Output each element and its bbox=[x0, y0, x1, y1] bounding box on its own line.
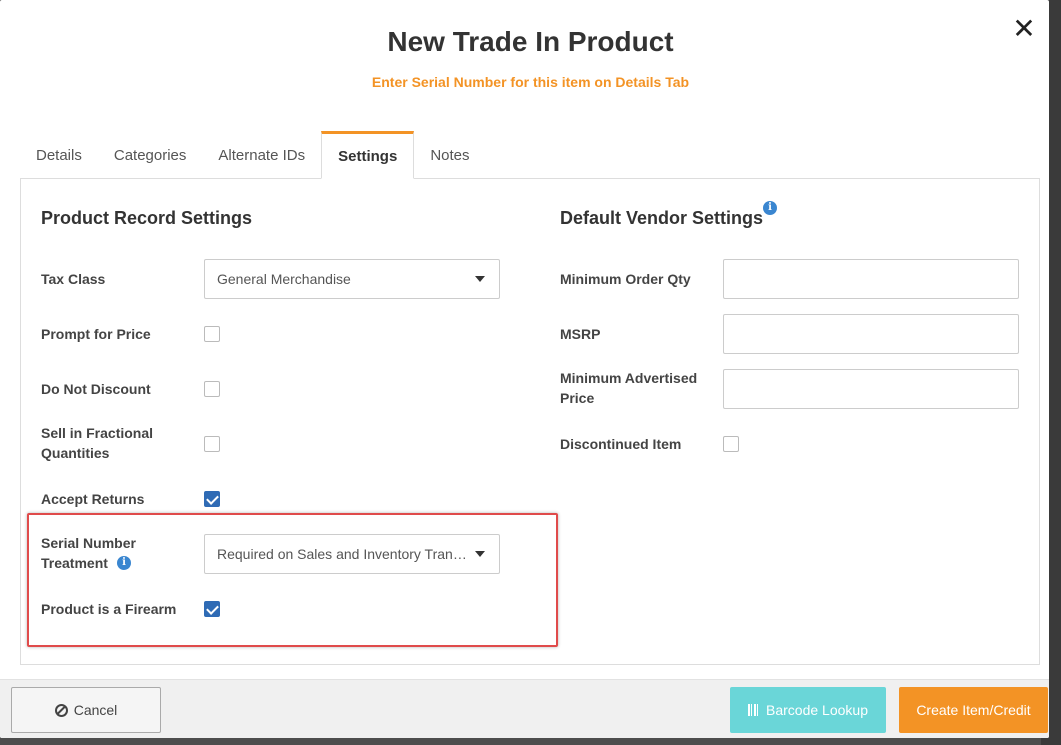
msrp-input[interactable] bbox=[723, 314, 1019, 354]
minimum-order-qty-label: Minimum Order Qty bbox=[560, 271, 691, 287]
tax-class-label: Tax Class bbox=[41, 271, 106, 287]
do-not-discount-label: Do Not Discount bbox=[41, 381, 151, 397]
ban-icon bbox=[54, 703, 68, 717]
dialog-subtitle: Enter Serial Number for this item on Det… bbox=[371, 74, 690, 90]
chevron-down-icon bbox=[475, 276, 485, 282]
highlight-annotation bbox=[27, 513, 558, 647]
info-icon[interactable]: i bbox=[763, 201, 777, 215]
new-trade-in-product-dialog: New Trade In Product Enter Serial Number… bbox=[0, 0, 1049, 738]
default-vendor-settings-title: Default Vendor Settings bbox=[560, 208, 764, 228]
tab-categories[interactable]: Categories bbox=[98, 131, 203, 179]
tab-bar: Details Categories Alternate IDs Setting… bbox=[20, 131, 486, 179]
barcode-icon bbox=[748, 704, 761, 716]
discontinued-item-checkbox[interactable] bbox=[723, 436, 739, 452]
prompt-for-price-checkbox[interactable] bbox=[204, 326, 220, 342]
tab-alternate-ids[interactable]: Alternate IDs bbox=[202, 131, 321, 179]
discontinued-item-label: Discontinued Item bbox=[560, 436, 682, 452]
barcode-lookup-label: Barcode Lookup bbox=[766, 702, 868, 718]
minimum-advertised-price-label: Minimum Advertised Price bbox=[560, 370, 698, 406]
msrp-label: MSRP bbox=[560, 326, 601, 342]
accept-returns-checkbox[interactable] bbox=[204, 491, 220, 507]
dialog-footer: Cancel Barcode Lookup Create Item/Credit bbox=[0, 679, 1049, 738]
barcode-lookup-button[interactable]: Barcode Lookup bbox=[730, 687, 886, 733]
cancel-button[interactable]: Cancel bbox=[11, 687, 161, 733]
product-record-settings-title: Product Record Settings bbox=[41, 208, 253, 228]
tab-notes[interactable]: Notes bbox=[414, 131, 485, 179]
do-not-discount-checkbox[interactable] bbox=[204, 381, 220, 397]
sell-fractional-checkbox[interactable] bbox=[204, 436, 220, 452]
sell-fractional-label: Sell in Fractional Quantities bbox=[41, 425, 154, 461]
close-icon[interactable]: ✕ bbox=[1011, 15, 1037, 43]
dialog-title: New Trade In Product bbox=[387, 26, 674, 57]
tab-details[interactable]: Details bbox=[20, 131, 98, 179]
create-item-credit-button[interactable]: Create Item/Credit bbox=[899, 687, 1048, 733]
prompt-for-price-label: Prompt for Price bbox=[41, 326, 151, 342]
accept-returns-label: Accept Returns bbox=[41, 491, 145, 507]
tax-class-select[interactable]: General Merchandise bbox=[204, 259, 500, 299]
minimum-advertised-price-input[interactable] bbox=[723, 369, 1019, 409]
tab-settings[interactable]: Settings bbox=[321, 131, 415, 179]
cancel-button-label: Cancel bbox=[73, 702, 118, 718]
minimum-order-qty-input[interactable] bbox=[723, 259, 1019, 299]
tax-class-value: General Merchandise bbox=[217, 271, 351, 287]
create-item-credit-label: Create Item/Credit bbox=[916, 702, 1031, 718]
